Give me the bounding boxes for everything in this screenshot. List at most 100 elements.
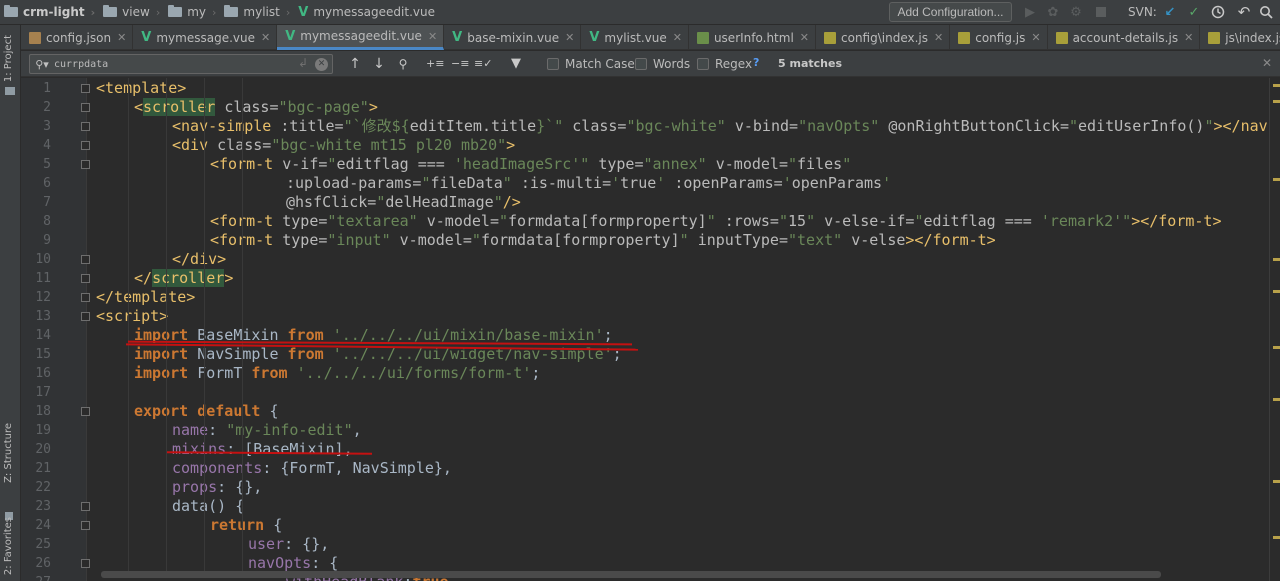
close-tab-icon[interactable]: ✕ <box>800 31 809 44</box>
line-number[interactable]: 12 <box>21 288 51 307</box>
run-icon[interactable]: ▶ <box>1022 4 1038 20</box>
breadcrumb-folder[interactable]: my › <box>164 0 220 25</box>
close-tab-icon[interactable]: ✕ <box>1184 31 1193 44</box>
line-number[interactable]: 17 <box>21 383 51 402</box>
line-number[interactable]: 18 <box>21 402 51 421</box>
error-stripe-mark[interactable] <box>1273 100 1280 103</box>
code-line[interactable]: @hsfClick="delHeadImage"/> <box>286 193 521 212</box>
line-number[interactable]: 19 <box>21 421 51 440</box>
close-search-icon[interactable]: ✕ <box>1262 56 1272 70</box>
stop-icon[interactable] <box>1093 4 1109 20</box>
tab-mymessage-vue[interactable]: Vmymessage.vue ✕ <box>133 25 278 50</box>
line-number[interactable]: 14 <box>21 326 51 345</box>
line-number[interactable]: 9 <box>21 231 51 250</box>
code-line[interactable]: <form-t type="input" v-model="formdata[f… <box>210 231 996 250</box>
structure-tool-tab[interactable]: Z: Structure <box>3 423 14 483</box>
fold-marker-icon[interactable] <box>81 521 90 530</box>
error-stripe-mark[interactable] <box>1273 536 1280 539</box>
code-line[interactable]: <script> <box>96 307 168 326</box>
search-icon[interactable]: ⚲▾ <box>34 58 50 71</box>
code-area[interactable]: <template> <scroller class="bgc-page"> <na… <box>96 78 1280 581</box>
code-line[interactable]: components: {FormT, NavSimple}, <box>172 459 452 478</box>
close-tab-icon[interactable]: ✕ <box>261 31 270 44</box>
line-number[interactable]: 4 <box>21 136 51 155</box>
error-stripe-mark[interactable] <box>1273 398 1280 401</box>
select-all-occurrences-icon[interactable]: ≡✓ <box>474 55 492 73</box>
regex-help-link[interactable]: ? <box>753 56 759 69</box>
fold-marker-icon[interactable] <box>81 141 90 150</box>
line-number[interactable]: 21 <box>21 459 51 478</box>
line-number[interactable]: 3 <box>21 117 51 136</box>
line-number[interactable]: 25 <box>21 535 51 554</box>
code-line[interactable]: :upload-params="fileData" :is-multi='tru… <box>286 174 891 193</box>
code-line[interactable]: props: {}, <box>172 478 262 497</box>
favorites-tool-tab[interactable]: 2: Favorites <box>3 517 14 575</box>
add-occurrence-icon[interactable]: +≡ <box>426 55 444 73</box>
close-tab-icon[interactable]: ✕ <box>565 31 574 44</box>
project-tool-tab[interactable]: 1: Project <box>3 35 14 82</box>
words-checkbox[interactable]: Words <box>635 57 690 71</box>
code-line[interactable]: </div> <box>172 250 226 269</box>
svn-commit-icon[interactable]: ✓ <box>1186 4 1202 20</box>
error-stripe-mark[interactable] <box>1273 346 1280 349</box>
match-case-box[interactable] <box>547 58 559 70</box>
line-number[interactable]: 13 <box>21 307 51 326</box>
revert-icon[interactable]: ↶ <box>1236 3 1252 21</box>
code-line[interactable]: return { <box>210 516 282 535</box>
line-number[interactable]: 8 <box>21 212 51 231</box>
code-line[interactable]: <template> <box>96 79 186 98</box>
tab-js-index-js[interactable]: js\index.js✕ <box>1200 25 1280 50</box>
line-number[interactable]: 5 <box>21 155 51 174</box>
newline-icon[interactable]: ↲ <box>298 56 308 70</box>
coverage-icon[interactable]: ⚙ <box>1068 4 1084 20</box>
next-occurrence-icon[interactable]: ↓ <box>370 55 388 73</box>
line-number[interactable]: 2 <box>21 98 51 117</box>
error-stripe-mark[interactable] <box>1273 258 1280 261</box>
error-stripe-mark[interactable] <box>1273 178 1280 181</box>
code-line[interactable]: <div class="bgc-white mt15 pl20 mb20"> <box>172 136 515 155</box>
line-number[interactable]: 16 <box>21 364 51 383</box>
search-input[interactable] <box>54 58 284 70</box>
close-tab-icon[interactable]: ✕ <box>673 31 682 44</box>
code-line[interactable]: export default { <box>134 402 279 421</box>
remove-occurrence-icon[interactable]: −≡ <box>451 55 469 73</box>
close-tab-icon[interactable]: ✕ <box>117 31 126 44</box>
line-number[interactable]: 27 <box>21 573 51 581</box>
fold-marker-icon[interactable] <box>81 293 90 302</box>
fold-marker-icon[interactable] <box>81 84 90 93</box>
words-box[interactable] <box>635 58 647 70</box>
debug-icon[interactable]: ✿ <box>1045 4 1061 20</box>
tab-base-mixin-vue[interactable]: Vbase-mixin.vue ✕ <box>444 25 582 50</box>
clear-search-icon[interactable]: ✕ <box>315 58 328 71</box>
code-line[interactable]: <nav-simple :title="`修改${editItem.title}… <box>172 117 1280 136</box>
close-tab-icon[interactable]: ✕ <box>1031 31 1040 44</box>
fold-marker-icon[interactable] <box>81 160 90 169</box>
fold-marker-icon[interactable] <box>81 255 90 264</box>
tab-config-index-js[interactable]: config\index.js ✕ <box>816 25 951 50</box>
error-stripe-mark[interactable] <box>1273 84 1280 87</box>
horizontal-scrollbar[interactable] <box>101 571 1161 578</box>
error-stripe-mark[interactable] <box>1273 290 1280 293</box>
fold-marker-icon[interactable] <box>81 103 90 112</box>
tab-mylist-vue[interactable]: Vmylist.vue ✕ <box>581 25 689 50</box>
fold-marker-icon[interactable] <box>81 312 90 321</box>
search-everywhere-icon[interactable] <box>1258 4 1274 20</box>
match-case-checkbox[interactable]: Match Case <box>547 57 635 71</box>
line-number[interactable]: 23 <box>21 497 51 516</box>
code-line[interactable]: <form-t type="textarea" v-model="formdat… <box>210 212 1222 231</box>
tab-config-js[interactable]: config.js ✕ <box>950 25 1048 50</box>
line-number[interactable]: 11 <box>21 269 51 288</box>
previous-occurrence-icon[interactable]: ↑ <box>346 55 364 73</box>
filter-icon[interactable]: ▼ <box>507 55 525 73</box>
fold-marker-icon[interactable] <box>81 274 90 283</box>
fold-marker-icon[interactable] <box>81 502 90 511</box>
code-line[interactable]: user: {}, <box>248 535 329 554</box>
add-configuration-button[interactable]: Add Configuration... <box>889 2 1012 22</box>
code-line[interactable]: data() { <box>172 497 244 516</box>
breadcrumb-folder[interactable]: view › <box>99 0 164 25</box>
tab-config-json[interactable]: config.json ✕ <box>21 25 134 50</box>
breadcrumb-project[interactable]: crm-light › <box>0 0 99 25</box>
history-icon[interactable] <box>1210 4 1226 20</box>
line-number[interactable]: 20 <box>21 440 51 459</box>
code-line[interactable]: <scroller class="bgc-page"> <box>134 98 378 117</box>
